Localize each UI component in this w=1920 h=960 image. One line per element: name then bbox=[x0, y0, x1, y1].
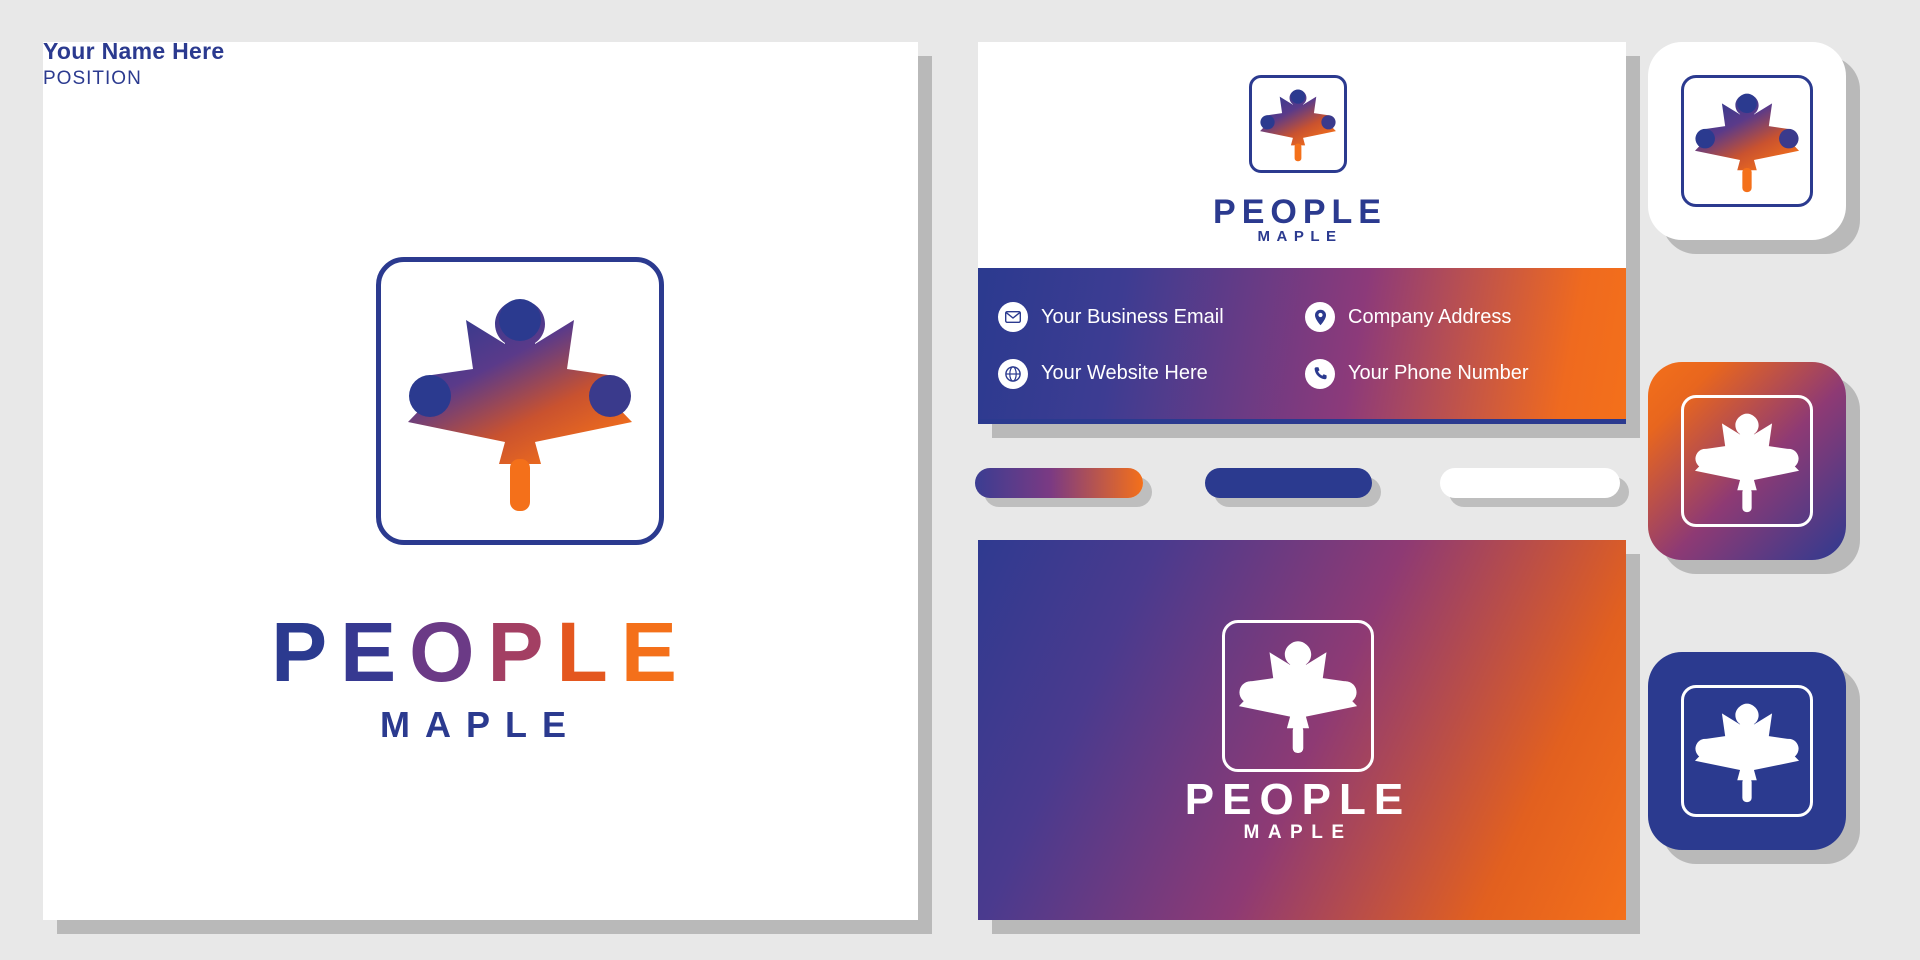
person-head-left bbox=[1695, 128, 1715, 149]
tile-logo-svg bbox=[1694, 93, 1800, 193]
logo-svg bbox=[408, 299, 632, 511]
leaf-stem bbox=[1742, 167, 1752, 193]
card-back-wordmark-sub: MAPLE bbox=[1243, 822, 1353, 843]
location-pin-icon bbox=[1305, 302, 1335, 333]
card-front-wordmark-sub: MAPLE bbox=[1257, 228, 1343, 245]
maple-people-logo-mark bbox=[393, 274, 647, 528]
card-back-logo-svg bbox=[1238, 641, 1358, 754]
main-logo-card: PEOPLE MAPLE bbox=[43, 42, 918, 920]
wordmark-letter: L bbox=[556, 605, 621, 699]
canvas: PEOPLE MAPLE Your Name Here POSITION PEO… bbox=[0, 0, 1920, 960]
wordmark-letter: O bbox=[409, 605, 488, 699]
white-pill[interactable] bbox=[1440, 468, 1620, 498]
phone-icon bbox=[1305, 358, 1335, 389]
card-contact-bar: Your Business Email Company Address Your… bbox=[978, 268, 1626, 424]
person-head-top bbox=[499, 299, 541, 341]
wordmark-letter: P bbox=[487, 605, 557, 699]
tile-leaf-blue bbox=[1688, 692, 1806, 815]
person-head-right bbox=[589, 375, 631, 417]
globe-icon bbox=[998, 358, 1028, 389]
card-front-logo-mark bbox=[1255, 81, 1341, 167]
person-head-top bbox=[1286, 641, 1310, 664]
person-head-right bbox=[1321, 115, 1336, 130]
app-icon-blue bbox=[1648, 652, 1846, 850]
leaf-stem bbox=[1292, 725, 1304, 754]
card-front-wordmark-main: PEOPLE bbox=[1213, 193, 1387, 231]
person-head-left bbox=[1695, 448, 1715, 469]
tile-logo-svg bbox=[1694, 703, 1800, 803]
app-icon-white bbox=[1648, 42, 1846, 240]
card-front-logo-svg bbox=[1260, 89, 1336, 162]
contact-item-email[interactable]: Your Business Email bbox=[998, 292, 1299, 343]
contact-item-phone[interactable]: Your Phone Number bbox=[1305, 349, 1606, 400]
person-head-right bbox=[1779, 128, 1799, 149]
contact-label: Company Address bbox=[1348, 305, 1512, 328]
person-head-left bbox=[1695, 738, 1715, 759]
person-head-left bbox=[1239, 681, 1262, 704]
app-icon-gradient bbox=[1648, 362, 1846, 560]
leaf-stem bbox=[1742, 487, 1752, 513]
card-name-text: Your Name Here bbox=[43, 38, 225, 64]
wordmark-letter: E bbox=[620, 605, 690, 699]
person-head-top bbox=[1290, 89, 1306, 104]
card-back-logo-mark bbox=[1231, 628, 1365, 762]
person-head-right bbox=[1779, 448, 1799, 469]
person-head-left bbox=[409, 375, 451, 417]
person-head-top bbox=[1737, 413, 1757, 434]
contact-label: Your Phone Number bbox=[1348, 362, 1529, 385]
wordmark-letter: E bbox=[340, 605, 410, 699]
blue-pill[interactable] bbox=[1205, 468, 1372, 498]
person-head-top bbox=[1737, 93, 1757, 114]
card-back-wordmark-main: PEOPLE bbox=[1184, 775, 1412, 824]
contact-label: Your Website Here bbox=[1041, 362, 1208, 385]
card-position-text: POSITION bbox=[43, 68, 142, 89]
envelope-icon bbox=[998, 302, 1028, 333]
tile-leaf-white bbox=[1688, 82, 1806, 205]
person-head-right bbox=[1334, 681, 1357, 704]
gradient-pill[interactable] bbox=[975, 468, 1143, 498]
leaf-stem bbox=[1742, 777, 1752, 803]
wordmark-people: PEOPLE bbox=[43, 610, 918, 694]
leaf-stem bbox=[510, 459, 530, 511]
person-head-left bbox=[1260, 115, 1275, 130]
tile-logo-svg bbox=[1694, 413, 1800, 513]
tile-leaf-gradient bbox=[1688, 402, 1806, 525]
contact-label: Your Business Email bbox=[1041, 305, 1224, 328]
contact-item-address[interactable]: Company Address bbox=[1305, 292, 1606, 343]
contact-grid: Your Business Email Company Address Your… bbox=[978, 268, 1626, 419]
wordmark-letter: P bbox=[271, 605, 341, 699]
leaf-stem bbox=[1294, 143, 1302, 162]
contact-item-website[interactable]: Your Website Here bbox=[998, 349, 1299, 400]
person-head-right bbox=[1779, 738, 1799, 759]
person-head-top bbox=[1737, 703, 1757, 724]
wordmark-maple: MAPLE bbox=[380, 704, 581, 745]
